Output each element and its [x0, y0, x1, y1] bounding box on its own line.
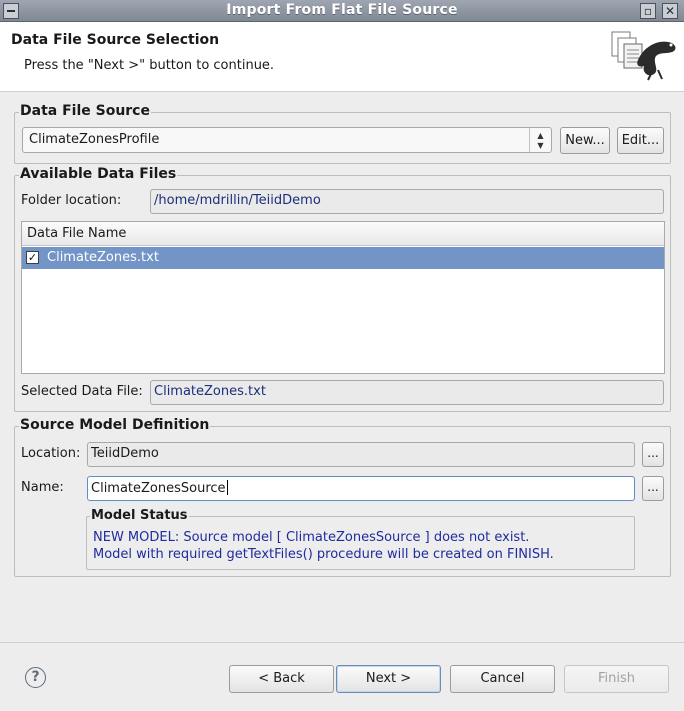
browse-location-button[interactable]: ... [642, 442, 664, 467]
selected-file-label: Selected Data File: [21, 384, 143, 399]
browse-name-button[interactable]: ... [642, 476, 664, 501]
window-title: Import From Flat File Source [226, 2, 458, 18]
folder-location-label: Folder location: [21, 193, 122, 208]
profile-combo[interactable]: ClimateZonesProfile ▲ ▼ [22, 127, 552, 153]
folder-location-field[interactable]: /home/mdrillin/TeiidDemo [150, 189, 664, 214]
model-name-value: ClimateZonesSource [91, 481, 226, 496]
text-caret [226, 480, 228, 495]
maximize-icon[interactable]: ▫ [640, 3, 656, 19]
data-file-name: ClimateZones.txt [47, 250, 159, 265]
wizard-banner: Data File Source Selection Press the "Ne… [0, 22, 684, 92]
window-titlebar[interactable]: Import From Flat File Source ▫ ✕ [0, 0, 684, 22]
back-button[interactable]: < Back [229, 665, 334, 693]
location-label: Location: [21, 446, 81, 461]
model-status-group: Model Status NEW MODEL: Source model [ C… [86, 508, 635, 570]
profile-combo-value: ClimateZonesProfile [29, 132, 160, 147]
next-button[interactable]: Next > [336, 665, 441, 693]
updown-arrows-icon: ▲ ▼ [529, 128, 551, 152]
page-message: Press the "Next >" button to continue. [24, 58, 275, 73]
help-icon[interactable]: ? [25, 667, 46, 688]
selected-file-field[interactable]: ClimateZones.txt [150, 380, 664, 405]
group-title-data-file-source: Data File Source [19, 103, 151, 119]
data-files-table[interactable]: Data File Name ✓ ClimateZones.txt [21, 221, 665, 374]
wizard-banner-icon [611, 31, 676, 81]
model-name-input[interactable]: ClimateZonesSource [87, 476, 635, 501]
name-label: Name: [21, 480, 64, 495]
close-icon[interactable]: ✕ [662, 3, 678, 19]
column-header-data-file-name[interactable]: Data File Name [22, 222, 664, 246]
group-title-available-files: Available Data Files [19, 166, 178, 182]
group-title-source-model: Source Model Definition [19, 417, 211, 433]
finish-button[interactable]: Finish [564, 665, 669, 693]
page-title: Data File Source Selection [11, 32, 220, 48]
model-status-line-2: Model with required getTextFiles() proce… [93, 547, 554, 562]
edit-profile-button[interactable]: Edit... [617, 127, 664, 154]
table-row[interactable]: ✓ ClimateZones.txt [22, 247, 664, 269]
model-status-title: Model Status [90, 508, 189, 523]
cancel-button[interactable]: Cancel [450, 665, 555, 693]
location-field[interactable]: TeiidDemo [87, 442, 635, 467]
checkbox-checked-icon[interactable]: ✓ [26, 251, 39, 264]
model-status-line-1: NEW MODEL: Source model [ ClimateZonesSo… [93, 530, 530, 545]
footer-separator [0, 642, 684, 643]
new-profile-button[interactable]: New... [560, 127, 610, 154]
